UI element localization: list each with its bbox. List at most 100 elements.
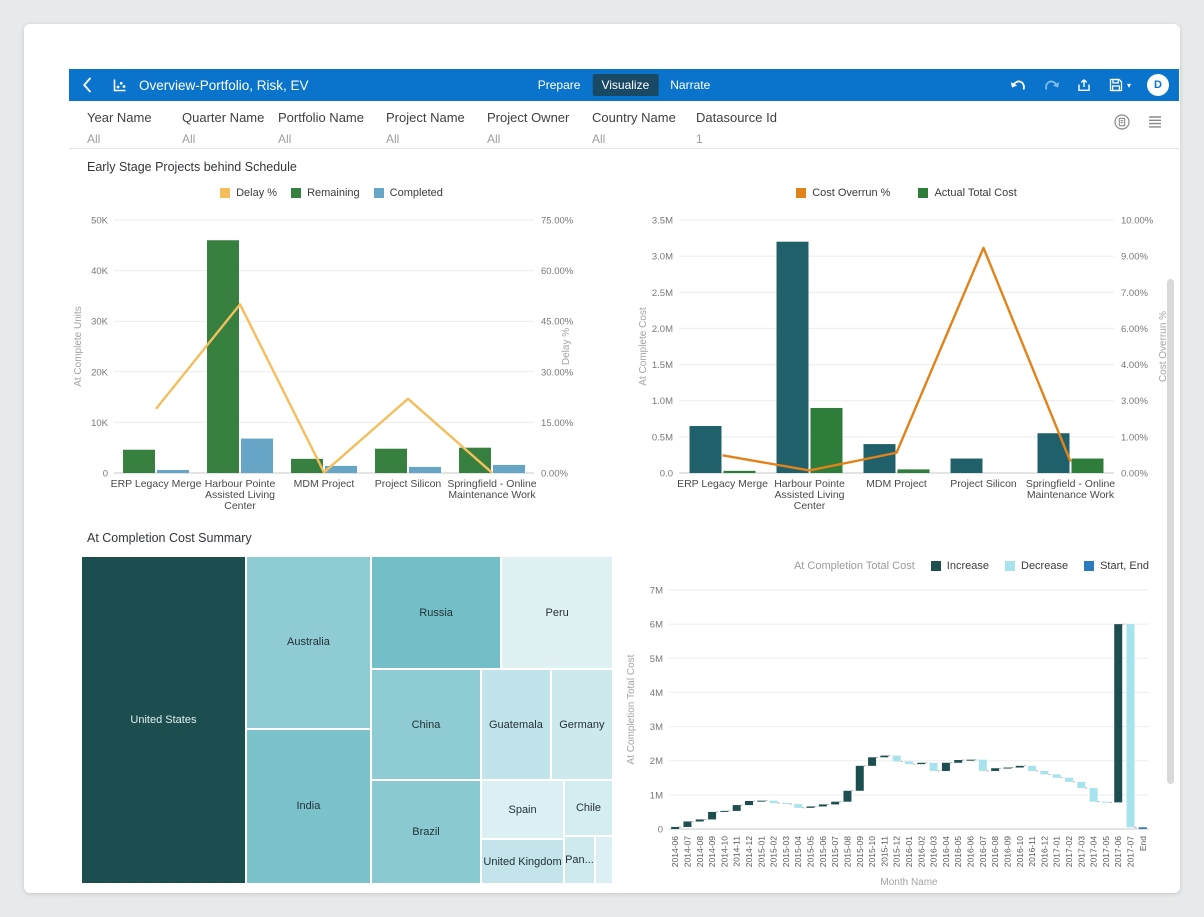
waterfall-bar[interactable] [1127,624,1135,827]
redo-button[interactable] [1043,78,1060,93]
waterfall-bar[interactable] [868,757,876,766]
treemap-cell-india[interactable]: India [246,729,371,884]
treemap-cell-brazil[interactable]: Brazil [371,780,481,884]
bar-segment[interactable] [241,439,273,473]
treemap-cell-united-kingdom[interactable]: United Kingdom [481,839,564,884]
filter-project-owner[interactable]: Project Owner All [487,110,592,146]
legend-item[interactable]: Start, End [1084,560,1149,572]
legend-item[interactable]: Increase [931,560,989,572]
legend-item[interactable]: Cost Overrun % [796,187,890,199]
waterfall-bar[interactable] [843,791,851,802]
treemap-cell-united-states[interactable]: United States [81,556,246,884]
waterfall-bar[interactable] [819,804,827,806]
treemap-cell-pan-[interactable]: Pan... [564,836,595,884]
waterfall-bar[interactable] [942,763,950,771]
treemap-cell-peru[interactable]: Peru [501,556,613,669]
bar-segment[interactable] [724,471,756,473]
waterfall-bar[interactable] [745,801,753,805]
waterfall-bar[interactable] [671,827,679,829]
waterfall-bar[interactable] [991,768,999,771]
waterfall-bar[interactable] [1090,788,1098,802]
cost-combo-chart[interactable]: 0.00.00%0.5M1.00%1.0M3.00%1.5M4.00%2.0M6… [634,204,1179,524]
treemap-cell-china[interactable]: China [371,669,481,780]
waterfall-bar[interactable] [967,760,975,761]
waterfall-bar[interactable] [979,760,987,771]
treemap-cell-chile[interactable]: Chile [564,780,613,836]
bar-segment[interactable] [459,448,491,473]
filter-country-name[interactable]: Country Name All [592,110,696,146]
waterfall-end-bar[interactable] [1139,827,1147,829]
waterfall-bar[interactable] [807,806,815,807]
user-avatar[interactable]: D [1147,74,1169,96]
back-button[interactable] [69,69,105,101]
treemap-cell-spain[interactable]: Spain [481,780,564,839]
undo-button[interactable] [1010,78,1027,93]
bar-segment[interactable] [777,242,809,473]
waterfall-bar[interactable] [1114,624,1122,802]
waterfall-bar[interactable] [831,802,839,805]
bar-segment[interactable] [811,408,843,473]
line-series[interactable] [156,304,492,472]
treemap-cell-russia[interactable]: Russia [371,556,501,669]
bar-segment[interactable] [1038,433,1070,473]
waterfall-bar[interactable] [1065,778,1073,782]
bar-segment[interactable] [1072,459,1104,473]
waterfall-bar[interactable] [893,756,901,762]
tab-prepare[interactable]: Prepare [529,74,590,96]
save-button[interactable]: ▾ [1108,77,1131,93]
canvas-menu-button[interactable] [1147,115,1163,129]
tab-visualize[interactable]: Visualize [592,74,658,96]
waterfall-bar[interactable] [954,760,962,763]
bar-segment[interactable] [951,459,983,473]
waterfall-bar[interactable] [1028,766,1036,771]
waterfall-bar[interactable] [1053,774,1061,777]
treemap-cell-guatemala[interactable]: Guatemala [481,669,551,780]
waterfall-bar[interactable] [708,812,716,820]
treemap-cell-germany[interactable]: Germany [551,669,613,780]
waterfall-bar[interactable] [1016,766,1024,768]
waterfall-bar[interactable] [905,761,913,764]
waterfall-bar[interactable] [683,821,691,826]
waterfall-bar[interactable] [696,819,704,821]
filter-datasource-id[interactable]: Datasource Id 1 [696,110,786,146]
treemap-cell-unlabeled[interactable] [595,836,613,884]
bar-segment[interactable] [898,469,930,473]
bar-segment[interactable] [375,449,407,473]
waterfall-bar[interactable] [1003,768,1011,769]
legend-item[interactable]: Completed [374,187,443,199]
tab-narrate[interactable]: Narrate [661,74,719,96]
filter-year-name[interactable]: Year Name All [87,110,182,146]
legend-item[interactable]: Delay % [220,187,277,199]
waterfall-bar[interactable] [757,801,765,802]
legend-item[interactable]: Actual Total Cost [918,187,1016,199]
waterfall-bar[interactable] [782,803,790,804]
filter-portfolio-name[interactable]: Portfolio Name All [278,110,386,146]
share-button[interactable] [1076,77,1092,93]
bar-segment[interactable] [690,426,722,473]
waterfall-bar[interactable] [794,804,802,808]
bar-segment[interactable] [207,240,239,473]
waterfall-bar[interactable] [1102,802,1110,803]
waterfall-bar[interactable] [930,763,938,771]
filter-quarter-name[interactable]: Quarter Name All [182,110,278,146]
waterfall-bar[interactable] [1040,771,1048,774]
filter-bar-options-button[interactable] [1113,113,1131,131]
cost-waterfall-chart[interactable]: 01M2M3M4M5M6M7M2014-062014-072014-082014… [622,580,1174,898]
bar-segment[interactable] [493,465,525,473]
waterfall-bar[interactable] [880,756,888,758]
waterfall-bar[interactable] [770,801,778,803]
bar-segment[interactable] [123,450,155,473]
waterfall-bar[interactable] [1077,782,1085,788]
legend-item[interactable]: Remaining [291,187,360,199]
bar-segment[interactable] [157,470,189,473]
waterfall-bar[interactable] [856,766,864,791]
legend-item[interactable]: Decrease [1005,560,1068,572]
treemap-cell-australia[interactable]: Australia [246,556,371,729]
waterfall-bar[interactable] [733,805,741,811]
waterfall-bar[interactable] [720,811,728,812]
bar-segment[interactable] [409,467,441,473]
schedule-combo-chart[interactable]: 00.00%10K15.00%20K30.00%30K45.00%40K60.0… [69,204,594,524]
vertical-scrollbar[interactable] [1167,279,1174,784]
filter-project-name[interactable]: Project Name All [386,110,487,146]
waterfall-bar[interactable] [917,763,925,764]
